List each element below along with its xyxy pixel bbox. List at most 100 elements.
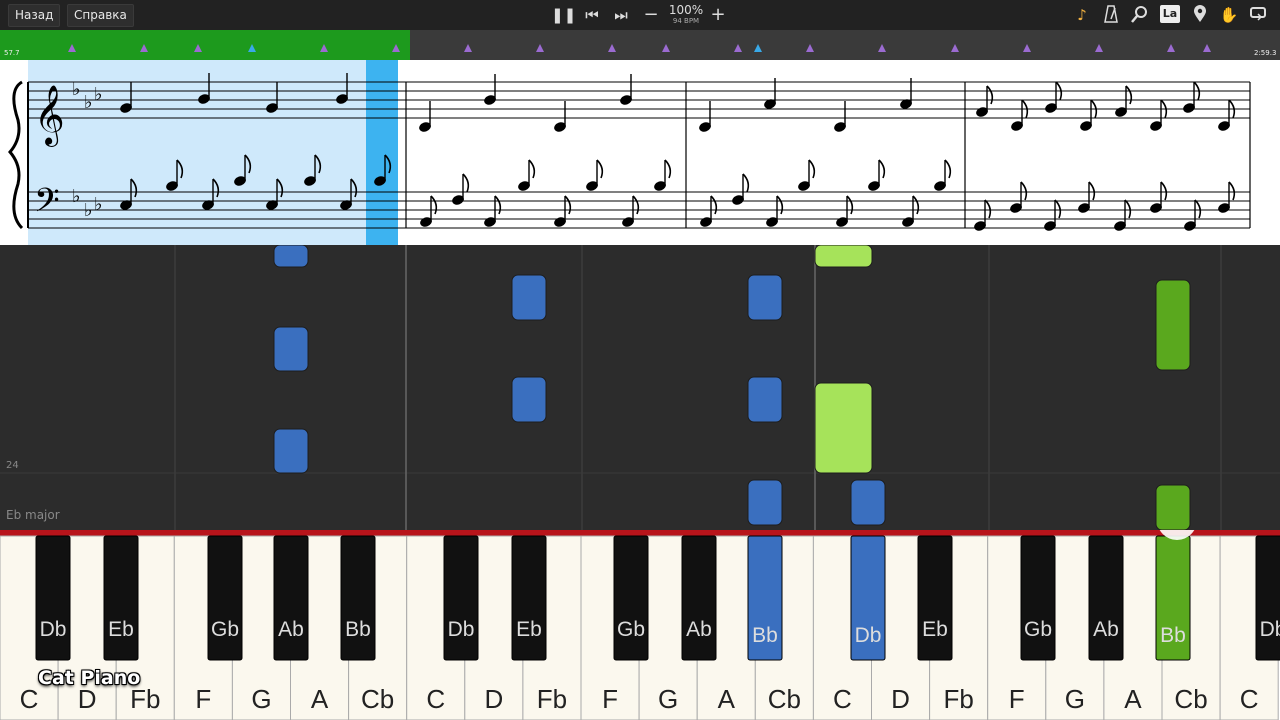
black-key[interactable]	[207, 535, 243, 661]
timeline-marker	[68, 44, 76, 52]
falling-note	[814, 382, 873, 474]
score-note	[554, 101, 566, 132]
falling-note	[511, 376, 547, 423]
timeline-marker	[248, 44, 256, 52]
score-note	[764, 78, 776, 109]
bar-number: 24	[6, 460, 19, 471]
bass-clef-icon: 𝄢	[34, 182, 60, 228]
black-key-label: Ab	[1093, 618, 1119, 641]
grand-staff-brace	[8, 80, 24, 230]
note-icon[interactable]: ♪	[1072, 5, 1092, 25]
score-note	[1044, 199, 1062, 231]
search-icon[interactable]	[1130, 5, 1150, 28]
tempo-decrease-icon[interactable]: −	[641, 5, 661, 25]
metronome-icon[interactable]	[1101, 5, 1121, 28]
playhead-cursor	[366, 60, 398, 245]
svg-text:♭: ♭	[72, 79, 81, 100]
svg-text:♭: ♭	[72, 186, 81, 207]
score-note	[419, 101, 431, 132]
timeline-marker	[464, 44, 472, 52]
skip-back-icon[interactable]: ⏮	[582, 5, 602, 25]
black-key[interactable]	[1088, 535, 1124, 661]
svg-text:♭: ♭	[84, 92, 93, 113]
falling-note	[1155, 279, 1191, 371]
score-note	[1218, 99, 1236, 131]
back-button[interactable]: Назад	[8, 4, 61, 27]
falling-note	[747, 274, 783, 321]
black-key[interactable]	[1020, 535, 1056, 661]
score-note	[974, 199, 992, 231]
loop-icon[interactable]	[1248, 5, 1268, 26]
timeline-marker	[1203, 44, 1211, 52]
timeline-marker	[806, 44, 814, 52]
score-note	[484, 74, 496, 105]
black-key[interactable]	[613, 535, 649, 661]
black-key[interactable]	[443, 535, 479, 661]
black-key-label: Gb	[617, 618, 645, 641]
black-key[interactable]	[1255, 535, 1280, 661]
black-key[interactable]	[917, 535, 953, 661]
white-key-label: D	[891, 684, 910, 714]
black-key-label: Db	[448, 618, 475, 641]
score-note	[699, 101, 711, 132]
falling-note	[1155, 484, 1191, 530]
location-pin-icon[interactable]	[1190, 5, 1210, 28]
score-notation: 𝄞 𝄢 ♭♭ ♭ ♭♭ ♭	[8, 60, 1251, 245]
falling-notes	[0, 245, 1280, 530]
white-key-label: A	[718, 684, 736, 714]
pause-icon[interactable]: ❚❚	[551, 5, 576, 25]
score-note	[1184, 199, 1202, 231]
white-key-label: G	[658, 684, 678, 714]
white-key-label: C	[1240, 684, 1259, 714]
svg-text:♭: ♭	[94, 84, 103, 105]
timeline-marker	[951, 44, 959, 52]
black-key-label: Ab	[686, 618, 712, 641]
white-key-label: C	[20, 684, 39, 714]
black-key[interactable]	[511, 535, 547, 661]
black-key[interactable]	[35, 535, 71, 661]
white-key-label: C	[426, 684, 445, 714]
falling-note	[273, 245, 309, 268]
score-note	[834, 101, 846, 132]
falling-note	[747, 376, 783, 423]
white-key-label: Cb	[768, 684, 801, 714]
falling-note	[273, 326, 309, 372]
falling-note	[273, 428, 309, 474]
sheet-music: 𝄞 𝄢 ♭ ♭ ♭ ♭ ♭ ♭	[0, 60, 1280, 245]
white-key-label: F	[1009, 684, 1025, 714]
help-button[interactable]: Справка	[67, 4, 134, 27]
black-key[interactable]	[273, 535, 309, 661]
black-key-label: Bb	[1160, 624, 1186, 647]
white-key-label: A	[311, 684, 329, 714]
white-key-label: G	[1065, 684, 1085, 714]
note-labels-button[interactable]: La	[1160, 5, 1180, 23]
timeline-marker	[536, 44, 544, 52]
tempo-increase-icon[interactable]: +	[708, 5, 728, 25]
white-key-label: F	[602, 684, 618, 714]
skip-forward-icon[interactable]: ⏭	[611, 5, 631, 25]
score-note	[1150, 181, 1168, 213]
score-note	[934, 159, 952, 191]
white-key-label: F	[195, 684, 211, 714]
hand-icon[interactable]: ✋	[1219, 5, 1239, 25]
white-key-label: Cb	[1174, 684, 1207, 714]
timeline-marker	[320, 44, 328, 52]
black-key[interactable]	[681, 535, 717, 661]
white-key-label: Fb	[943, 684, 973, 714]
timeline-marker	[608, 44, 616, 52]
black-key-label: Eb	[516, 618, 542, 641]
falling-note	[747, 479, 783, 526]
black-key[interactable]	[103, 535, 139, 661]
timeline[interactable]: 57.7 2:59.3	[0, 30, 1280, 60]
tempo-bpm: 94 BPM	[672, 17, 700, 25]
black-key[interactable]	[340, 535, 376, 661]
black-key-label: Db	[40, 618, 67, 641]
toolbar: Назад Справка ❚❚ ⏮ ⏭ − 100% 94 BPM + ♪ L…	[0, 0, 1280, 30]
falling-note	[511, 274, 547, 321]
piano-keyboard[interactable]: C D Fb F G A Cb C D Fb F G A Cb C D Fb F G A Cb C Db Eb Gb Ab Bb Db…	[0, 530, 1280, 720]
white-key-label: Fb	[537, 684, 567, 714]
timeline-marker	[662, 44, 670, 52]
score-note	[1011, 99, 1029, 131]
white-key-label: C	[833, 684, 852, 714]
white-key-label: G	[251, 684, 271, 714]
